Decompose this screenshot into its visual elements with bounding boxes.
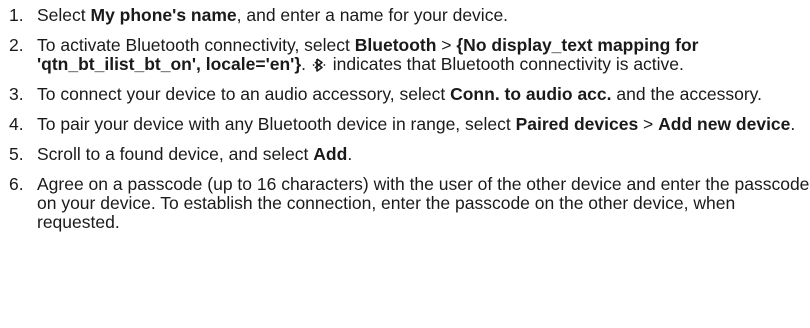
step-text: To pair your device with any Bluetooth d… [37,114,796,134]
menu-option-my-phones-name: My phone's name [90,5,237,25]
bluetooth-icon [312,58,326,72]
menu-option-bluetooth: Bluetooth [354,35,437,55]
step-number: 2. [9,35,24,55]
step-text: To activate Bluetooth connectivity, sele… [37,35,699,74]
step-1: 1. Select My phone's name, and enter a n… [0,6,810,25]
menu-option-paired-devices: Paired devices [515,114,639,134]
step-5: 5. Scroll to a found device, and select … [0,145,810,164]
menu-option-conn-audio-acc: Conn. to audio acc. [450,84,612,104]
step-4: 4. To pair your device with any Bluetoot… [0,115,810,134]
menu-option-add-new-device: Add new device [658,114,791,134]
step-text: Scroll to a found device, and select Add… [37,144,353,164]
step-2: 2. To activate Bluetooth connectivity, s… [0,36,810,74]
step-number: 1. [9,5,24,25]
menu-option-add: Add [313,144,348,164]
step-3: 3. To connect your device to an audio ac… [0,85,810,104]
step-number: 6. [9,174,24,194]
step-text: Agree on a passcode (up to 16 characters… [37,174,810,232]
step-number: 3. [9,84,24,104]
step-6: 6. Agree on a passcode (up to 16 charact… [0,175,810,232]
step-text: To connect your device to an audio acces… [37,84,762,104]
instruction-list: 1. Select My phone's name, and enter a n… [0,0,810,232]
step-number: 5. [9,144,24,164]
step-text: Select My phone's name, and enter a name… [37,5,509,25]
step-number: 4. [9,114,24,134]
